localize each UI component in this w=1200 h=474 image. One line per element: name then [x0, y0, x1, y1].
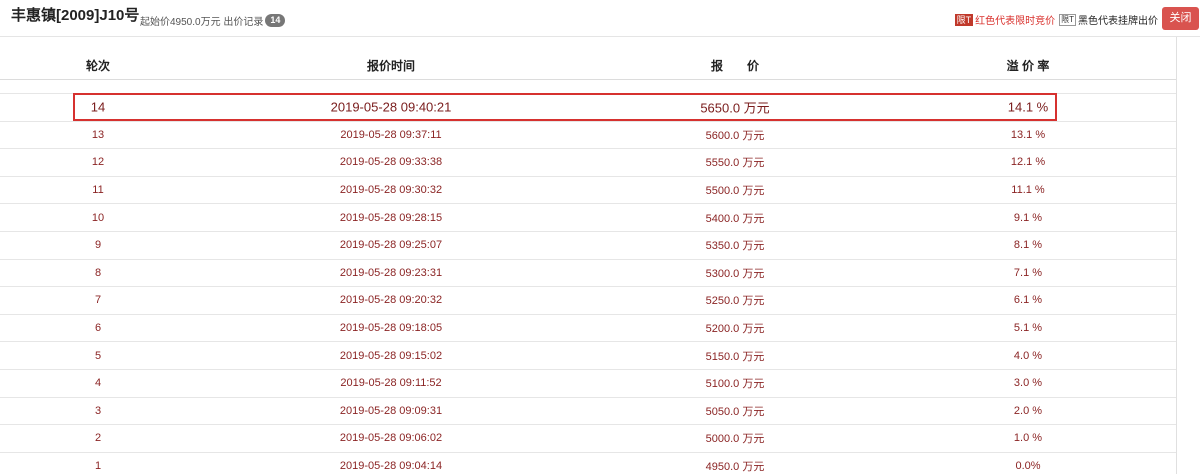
table-body: 14 2019-05-28 09:40:21 5650.0 万元 14.1 % 13 20… — [0, 94, 1176, 474]
table-row: 9 2019-05-28 09:25:07 5350.0 万元 8.1 % — [0, 232, 1176, 260]
legend-listed-bid: 黑色代表挂牌出价 — [1078, 16, 1158, 27]
bid-summary: 起始价4950.0万元 出价记录 14 — [140, 13, 286, 28]
cell-round: 2 — [94, 432, 102, 445]
cell-round: 14 — [90, 99, 106, 115]
cell-time: 2019-05-28 09:30:32 — [339, 184, 443, 197]
summary-text: 起始价4950.0万元 出价记录 — [140, 17, 264, 28]
cell-time: 2019-05-28 09:04:14 — [339, 460, 443, 473]
cell-round: 1 — [94, 460, 102, 473]
table-row: 1 2019-05-28 09:04:14 4950.0 万元 0.0% — [0, 453, 1176, 474]
table-header: 轮次 报价时间 报 价 溢 价 率 — [0, 37, 1176, 80]
column-header-time: 报价时间 — [366, 59, 416, 73]
cell-price: 5100.0 万元 — [705, 378, 765, 391]
cell-price: 5150.0 万元 — [705, 350, 765, 363]
table-row: 12 2019-05-28 09:33:38 5550.0 万元 12.1 % — [0, 149, 1176, 177]
cell-premium: 6.1 % — [1013, 294, 1043, 307]
cell-premium: 3.0 % — [1013, 377, 1043, 390]
cell-time: 2019-05-28 09:40:21 — [330, 99, 452, 115]
cell-round: 10 — [91, 211, 105, 224]
table-row: 14 2019-05-28 09:40:21 5650.0 万元 14.1 % — [0, 94, 1176, 122]
bid-history-table: 轮次 报价时间 报 价 溢 价 率 14 2019-05-28 09:40:21 5… — [0, 37, 1177, 474]
cell-time: 2019-05-28 09:33:38 — [339, 156, 443, 169]
cell-time: 2019-05-28 09:23:31 — [339, 266, 443, 279]
cell-price: 5200.0 万元 — [705, 323, 765, 336]
cell-premium: 1.0 % — [1013, 432, 1043, 445]
cell-premium: 0.0% — [1015, 460, 1041, 473]
legend: 限T 红色代表限时竞价 限T 黑色代表挂牌出价 — [954, 12, 1158, 27]
cell-round: 6 — [94, 322, 102, 335]
bid-history-dialog: 丰惠镇[2009]J10号 起始价4950.0万元 出价记录 14 限T 红色代… — [0, 0, 1200, 474]
table-row: 7 2019-05-28 09:20:32 5250.0 万元 6.1 % — [0, 287, 1176, 315]
cell-premium: 5.1 % — [1013, 322, 1043, 335]
cell-time: 2019-05-28 09:28:15 — [339, 211, 443, 224]
cell-premium: 12.1 % — [1010, 156, 1046, 169]
table-row: 11 2019-05-28 09:30:32 5500.0 万元 11.1 % — [0, 177, 1176, 205]
cell-round: 5 — [94, 349, 102, 362]
close-button[interactable]: 关闭 — [1162, 7, 1199, 30]
cell-price: 5650.0 万元 — [700, 100, 770, 116]
dialog-header: 丰惠镇[2009]J10号 起始价4950.0万元 出价记录 14 限T 红色代… — [0, 0, 1200, 37]
cell-premium: 2.0 % — [1013, 404, 1043, 417]
table-row: 10 2019-05-28 09:28:15 5400.0 万元 9.1 % — [0, 204, 1176, 232]
cell-round: 4 — [94, 377, 102, 390]
timed-bid-tag-icon: 限T — [954, 13, 974, 26]
cell-time: 2019-05-28 09:09:31 — [339, 404, 443, 417]
cell-time: 2019-05-28 09:37:11 — [340, 128, 442, 141]
table-row: 4 2019-05-28 09:11:52 5100.0 万元 3.0 % — [0, 370, 1176, 398]
listed-bid-tag-icon: 限T — [1059, 13, 1076, 26]
table-spacer — [0, 80, 1176, 94]
column-header-round: 轮次 — [85, 59, 111, 73]
cell-time: 2019-05-28 09:25:07 — [339, 239, 443, 252]
column-header-price: 报 价 — [710, 59, 760, 73]
cell-time: 2019-05-28 09:15:02 — [339, 349, 443, 362]
table-row: 2 2019-05-28 09:06:02 5000.0 万元 1.0 % — [0, 425, 1176, 453]
cell-price: 5600.0 万元 — [705, 129, 765, 142]
cell-round: 7 — [94, 294, 102, 307]
cell-price: 5500.0 万元 — [705, 185, 765, 198]
cell-round: 3 — [94, 404, 102, 417]
cell-round: 9 — [94, 239, 102, 252]
legend-timed-bid: 红色代表限时竞价 — [975, 16, 1056, 27]
cell-premium: 13.1 % — [1010, 128, 1046, 141]
cell-price: 5000.0 万元 — [705, 433, 765, 446]
cell-round: 8 — [94, 266, 102, 279]
cell-round: 11 — [92, 184, 104, 197]
cell-price: 5400.0 万元 — [705, 212, 765, 225]
cell-price: 5250.0 万元 — [705, 295, 765, 308]
cell-price: 5550.0 万元 — [705, 157, 765, 170]
cell-time: 2019-05-28 09:06:02 — [339, 432, 443, 445]
cell-price: 4950.0 万元 — [705, 461, 765, 474]
parcel-title: 丰惠镇[2009]J10号 — [11, 7, 140, 24]
cell-time: 2019-05-28 09:11:52 — [340, 377, 442, 390]
table-row: 6 2019-05-28 09:18:05 5200.0 万元 5.1 % — [0, 315, 1176, 343]
table-row: 8 2019-05-28 09:23:31 5300.0 万元 7.1 % — [0, 260, 1176, 288]
table-row: 3 2019-05-28 09:09:31 5050.0 万元 2.0 % — [0, 398, 1176, 426]
cell-price: 5050.0 万元 — [705, 405, 765, 418]
cell-premium: 9.1 % — [1013, 211, 1043, 224]
cell-round: 13 — [91, 128, 105, 141]
cell-premium: 7.1 % — [1013, 266, 1043, 279]
cell-price: 5300.0 万元 — [705, 267, 765, 280]
table-row: 13 2019-05-28 09:37:11 5600.0 万元 13.1 % — [0, 122, 1176, 150]
cell-premium: 8.1 % — [1013, 239, 1043, 252]
column-header-premium: 溢 价 率 — [1006, 59, 1050, 73]
table-row: 5 2019-05-28 09:15:02 5150.0 万元 4.0 % — [0, 342, 1176, 370]
bid-count-badge: 14 — [265, 14, 286, 27]
cell-time: 2019-05-28 09:18:05 — [339, 322, 443, 335]
cell-premium: 11.1 % — [1011, 184, 1045, 197]
cell-time: 2019-05-28 09:20:32 — [339, 294, 443, 307]
cell-premium: 4.0 % — [1013, 349, 1043, 362]
cell-premium: 14.1 % — [1007, 99, 1049, 115]
cell-round: 12 — [91, 156, 105, 169]
cell-price: 5350.0 万元 — [705, 240, 765, 253]
